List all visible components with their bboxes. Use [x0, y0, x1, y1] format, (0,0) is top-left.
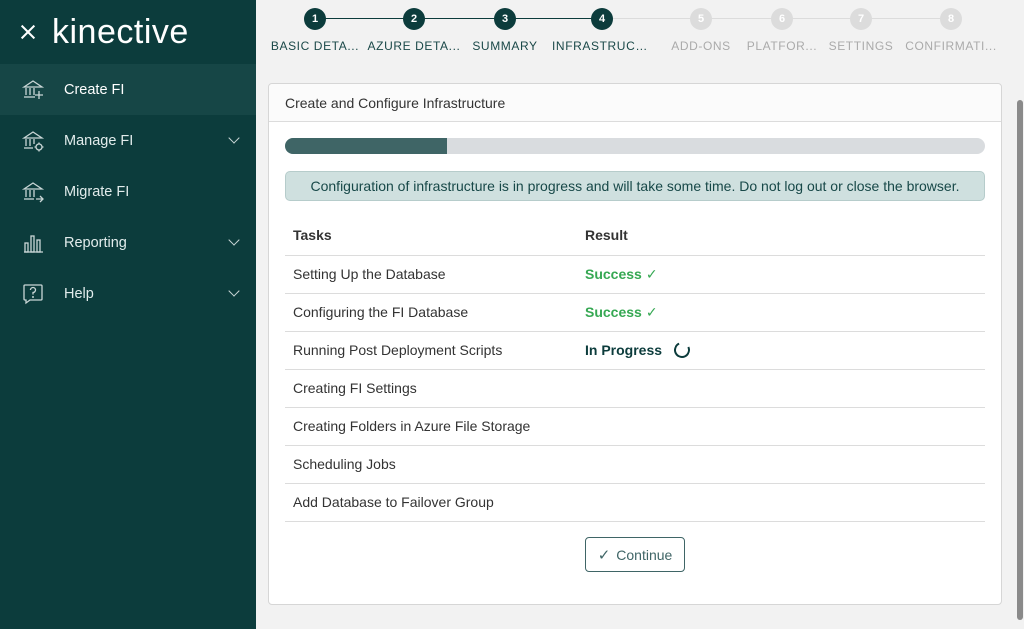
- step-label: AZURE DETA...: [367, 39, 461, 53]
- spinner-icon: [671, 339, 693, 361]
- chevron-down-icon: [228, 132, 240, 144]
- continue-label: Continue: [616, 546, 673, 563]
- step-label: SUMMARY: [472, 39, 538, 53]
- close-icon[interactable]: [18, 22, 38, 42]
- task-result: Success ✓: [577, 255, 985, 294]
- sidebar-item-manage-fi[interactable]: Manage FI: [0, 115, 256, 166]
- step-settings[interactable]: 7 SETTINGS: [811, 8, 911, 53]
- scrollbar-thumb[interactable]: [1017, 100, 1023, 620]
- step-label: CONFIRMATI...: [905, 39, 997, 53]
- task-result: In Progress: [577, 331, 985, 370]
- logo: kinective: [52, 12, 189, 51]
- continue-button[interactable]: ✓ Continue: [585, 537, 685, 572]
- column-header-tasks: Tasks: [285, 216, 577, 256]
- bank-plus-icon: [20, 77, 46, 103]
- table-row: Creating FI Settings: [285, 369, 985, 408]
- sidebar-item-create-fi[interactable]: Create FI: [0, 64, 256, 115]
- step-label: INFRASTRUCT...: [552, 39, 652, 53]
- table-row: Running Post Deployment Scripts In Progr…: [285, 331, 985, 370]
- sidebar-item-help[interactable]: Help: [0, 268, 256, 319]
- sidebar-item-reporting[interactable]: Reporting: [0, 217, 256, 268]
- column-header-result: Result: [577, 216, 985, 256]
- sidebar-item-label: Create FI: [64, 81, 125, 98]
- wizard-stepper: 1 BASIC DETA... 2 AZURE DETA... 3 SUMMAR…: [270, 4, 1010, 62]
- table-header-row: Tasks Result: [285, 216, 985, 256]
- task-result: Success ✓: [577, 293, 985, 332]
- step-number: 8: [940, 8, 962, 30]
- result-text: Success: [585, 265, 642, 282]
- table-row: Scheduling Jobs: [285, 445, 985, 484]
- step-azure-details[interactable]: 2 AZURE DETA...: [364, 8, 464, 53]
- step-number: 7: [850, 8, 872, 30]
- task-name: Creating Folders in Azure File Storage: [285, 407, 577, 446]
- step-number: 5: [690, 8, 712, 30]
- step-label: SETTINGS: [828, 39, 894, 53]
- step-confirmation[interactable]: 8 CONFIRMATI...: [901, 8, 1001, 53]
- task-name: Scheduling Jobs: [285, 445, 577, 484]
- step-number: 3: [494, 8, 516, 30]
- sidebar-item-label: Manage FI: [64, 132, 134, 149]
- task-name: Running Post Deployment Scripts: [285, 331, 577, 370]
- check-icon: ✓: [597, 546, 611, 564]
- step-number: 4: [591, 8, 613, 30]
- sidebar-item-label: Help: [64, 285, 94, 302]
- table-row: Configuring the FI Database Success ✓: [285, 293, 985, 332]
- result-text: In Progress: [585, 342, 663, 358]
- task-result: [577, 483, 985, 522]
- task-result: [577, 407, 985, 446]
- chevron-down-icon: [228, 285, 240, 297]
- progress-bar-fill: [285, 138, 448, 154]
- info-alert: Configuration of infrastructure is in pr…: [285, 171, 985, 201]
- infrastructure-card: Create and Configure Infrastructure Conf…: [268, 83, 1002, 605]
- chevron-down-icon: [228, 234, 240, 246]
- table-row: Creating Folders in Azure File Storage: [285, 407, 985, 446]
- task-name: Add Database to Failover Group: [285, 483, 577, 522]
- card-title: Create and Configure Infrastructure: [269, 84, 1001, 122]
- step-infrastructure[interactable]: 4 INFRASTRUCT...: [552, 8, 652, 53]
- bar-chart-icon: [20, 230, 46, 256]
- task-result: [577, 369, 985, 408]
- bank-arrow-icon: [20, 179, 46, 205]
- page-scrollbar[interactable]: [1016, 0, 1024, 629]
- task-name: Configuring the FI Database: [285, 293, 577, 332]
- step-basic-details[interactable]: 1 BASIC DETA...: [265, 8, 365, 53]
- sidebar: kinective Create FI Manage FI Migrate FI…: [0, 0, 256, 629]
- sidebar-item-migrate-fi[interactable]: Migrate FI: [0, 166, 256, 217]
- table-row: Setting Up the Database Success ✓: [285, 255, 985, 294]
- sidebar-item-label: Migrate FI: [64, 183, 130, 200]
- check-icon: ✓: [645, 265, 658, 282]
- task-name: Creating FI Settings: [285, 369, 577, 408]
- task-name: Setting Up the Database: [285, 255, 577, 294]
- help-bubble-icon: [20, 281, 46, 307]
- table-row: Add Database to Failover Group: [285, 483, 985, 522]
- progress-bar: [285, 138, 985, 154]
- result-text: Success: [585, 303, 642, 320]
- step-number: 6: [771, 8, 793, 30]
- task-table: Tasks Result Setting Up the Database Suc…: [285, 216, 985, 522]
- step-number: 1: [304, 8, 326, 30]
- bank-gear-icon: [20, 128, 46, 154]
- step-number: 2: [403, 8, 425, 30]
- brand-bar: kinective: [0, 0, 256, 64]
- check-icon: ✓: [645, 303, 658, 320]
- task-result: [577, 445, 985, 484]
- step-summary[interactable]: 3 SUMMARY: [455, 8, 555, 53]
- step-label: BASIC DETA...: [270, 39, 360, 53]
- sidebar-item-label: Reporting: [64, 234, 127, 251]
